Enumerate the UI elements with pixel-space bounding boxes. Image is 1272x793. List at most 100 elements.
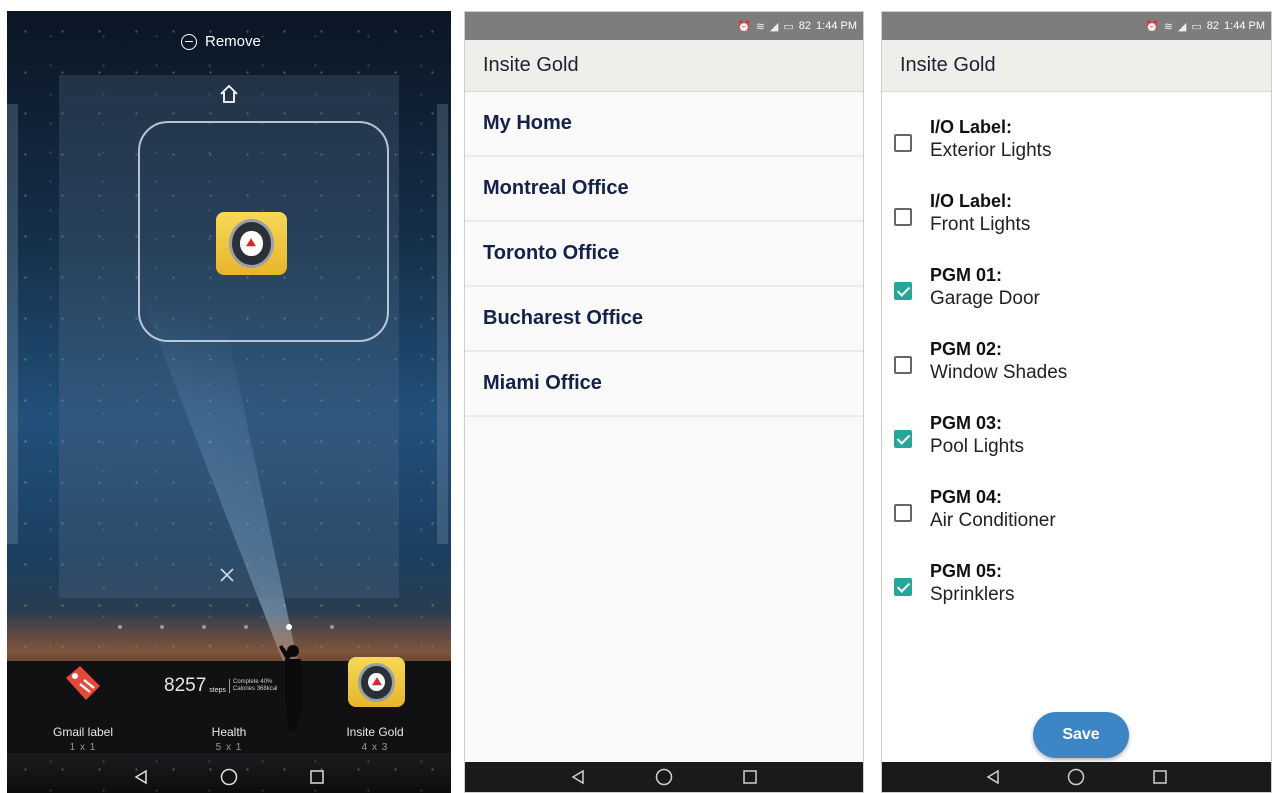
battery-icon: ▭ — [1191, 20, 1202, 33]
io-title: I/O Label: — [930, 191, 1013, 211]
app-bar: Insite Gold — [465, 40, 863, 92]
app-title: Insite Gold — [483, 54, 579, 76]
battery-level: 82 — [798, 20, 812, 32]
widget-name: Insite Gold — [346, 725, 404, 739]
widget-size: 4 x 3 — [361, 742, 389, 753]
home-icon[interactable] — [218, 83, 240, 105]
io-title: PGM 04: — [930, 487, 1003, 507]
home-nav-icon[interactable] — [1067, 768, 1085, 786]
io-item[interactable]: PGM 02: Window Shades — [882, 325, 1271, 399]
site-item[interactable]: Miami Office — [465, 352, 863, 417]
widget-gmail-label[interactable]: Gmail label 1 x 1 — [28, 725, 138, 753]
launcher-widget-screen: Remove 8257 steps Complete 40% Calories … — [7, 11, 451, 793]
page-dot — [244, 625, 248, 629]
status-time: 1:44 PM — [1224, 20, 1265, 32]
io-checkbox[interactable] — [894, 356, 912, 374]
close-icon[interactable] — [219, 567, 235, 583]
io-item[interactable]: PGM 05: Sprinklers — [882, 547, 1271, 621]
back-icon[interactable] — [570, 769, 586, 785]
back-icon[interactable] — [133, 769, 149, 785]
home-nav-icon[interactable] — [655, 768, 673, 786]
gmail-label-icon[interactable] — [62, 664, 104, 704]
navigation-bar — [882, 762, 1271, 792]
io-item[interactable]: I/O Label: Front Lights — [882, 177, 1271, 251]
widget-health[interactable]: Health 5 x 1 — [174, 725, 284, 753]
status-bar: ⏰ ≋ ◢ ▭ 82 1:44 PM — [465, 12, 863, 40]
io-item[interactable]: I/O Label: Exterior Lights — [882, 103, 1271, 177]
io-value: Exterior Lights — [930, 140, 1052, 161]
io-checkbox-checked[interactable] — [894, 430, 912, 448]
io-checkbox[interactable] — [894, 208, 912, 226]
battery-icon: ▭ — [783, 20, 794, 33]
wifi-icon: ≋ — [1163, 20, 1173, 33]
io-title: I/O Label: — [930, 117, 1013, 137]
io-title: PGM 01: — [930, 265, 1003, 285]
io-item[interactable]: PGM 03: Pool Lights — [882, 399, 1271, 473]
insite-gold-app-icon[interactable] — [216, 212, 287, 275]
signal-icon: ◢ — [769, 20, 779, 33]
home-nav-icon[interactable] — [220, 768, 238, 786]
widget-name: Gmail label — [52, 725, 114, 739]
io-value: Sprinklers — [930, 584, 1015, 605]
navigation-bar — [7, 761, 451, 793]
health-steps: 8257 — [164, 675, 207, 696]
site-item[interactable]: Montreal Office — [465, 157, 863, 222]
page-dot — [118, 625, 122, 629]
io-title: PGM 02: — [930, 339, 1003, 359]
io-value: Window Shades — [930, 362, 1068, 383]
recents-icon[interactable] — [1152, 769, 1168, 785]
io-checkbox[interactable] — [894, 504, 912, 522]
page-dot-active — [286, 624, 292, 630]
health-calories: Calories 368kcal — [233, 686, 278, 692]
page-dot — [202, 625, 206, 629]
io-checkbox-checked[interactable] — [894, 282, 912, 300]
remove-button[interactable]: Remove — [181, 33, 261, 50]
page-dot — [330, 625, 334, 629]
health-steps-unit: steps — [209, 686, 227, 694]
save-button[interactable]: Save — [1033, 712, 1129, 758]
insite-gold-widget-icon[interactable] — [348, 657, 405, 707]
io-selection-screen: ⏰ ≋ ◢ ▭ 82 1:44 PM Insite Gold I/O Label… — [881, 11, 1272, 793]
io-item[interactable]: PGM 01: Garage Door — [882, 251, 1271, 325]
remove-label: Remove — [205, 33, 261, 50]
app-bar: Insite Gold — [882, 40, 1271, 92]
status-bar: ⏰ ≋ ◢ ▭ 82 1:44 PM — [882, 12, 1271, 40]
sites-screen: ⏰ ≋ ◢ ▭ 82 1:44 PM Insite Gold My Home M… — [464, 11, 864, 793]
next-home-page[interactable] — [437, 104, 448, 544]
health-widget[interactable]: 8257 steps Complete 40% Calories 368kcal — [164, 675, 277, 697]
widget-name: Health — [211, 725, 247, 739]
remove-icon — [181, 33, 197, 50]
io-value: Air Conditioner — [930, 510, 1056, 531]
status-time: 1:44 PM — [816, 20, 857, 32]
io-title: PGM 03: — [930, 413, 1003, 433]
health-details: Complete 40% Calories 368kcal — [229, 679, 277, 693]
io-value: Front Lights — [930, 214, 1031, 235]
app-title: Insite Gold — [900, 54, 996, 76]
recents-icon[interactable] — [742, 769, 758, 785]
widget-insite-gold[interactable]: Insite Gold 4 x 3 — [320, 725, 430, 753]
person-silhouette — [279, 645, 303, 731]
io-value: Garage Door — [930, 288, 1040, 309]
widget-size: 5 x 1 — [215, 742, 243, 753]
navigation-bar — [465, 762, 863, 792]
page-dot — [160, 625, 164, 629]
battery-level: 82 — [1206, 20, 1220, 32]
io-list: I/O Label: Exterior Lights I/O Label: Fron… — [882, 92, 1271, 621]
health-complete: Complete 40% — [233, 679, 273, 685]
page-indicator — [118, 624, 334, 630]
io-checkbox-checked[interactable] — [894, 578, 912, 596]
io-title: PGM 05: — [930, 561, 1003, 581]
io-value: Pool Lights — [930, 436, 1025, 457]
site-item[interactable]: My Home — [465, 92, 863, 157]
widget-size: 1 x 1 — [69, 742, 97, 753]
site-list: My Home Montreal Office Toronto Office B… — [465, 92, 863, 417]
recents-icon[interactable] — [309, 769, 325, 785]
site-item[interactable]: Bucharest Office — [465, 287, 863, 352]
alarm-icon: ⏰ — [1144, 20, 1159, 33]
previous-home-page[interactable] — [7, 104, 18, 544]
io-item[interactable]: PGM 04: Air Conditioner — [882, 473, 1271, 547]
signal-icon: ◢ — [1177, 20, 1187, 33]
io-checkbox[interactable] — [894, 134, 912, 152]
site-item[interactable]: Toronto Office — [465, 222, 863, 287]
back-icon[interactable] — [985, 769, 1001, 785]
